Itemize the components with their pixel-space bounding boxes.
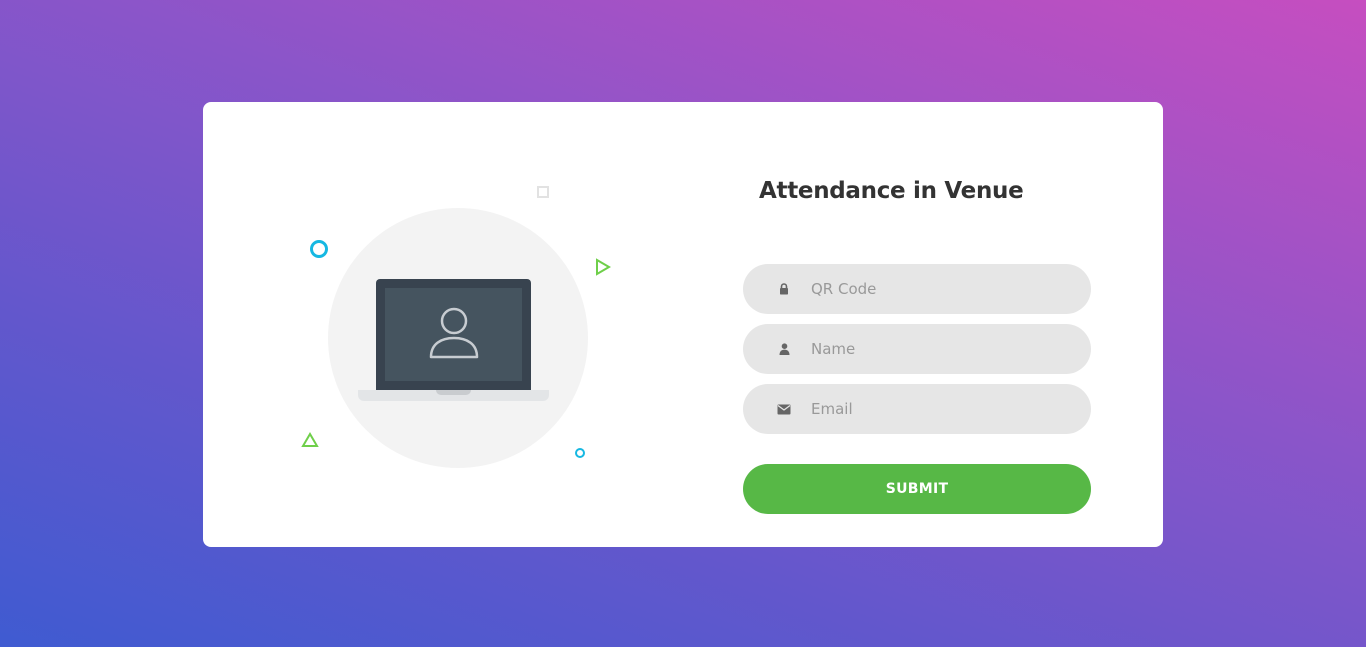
illustration (203, 102, 703, 547)
user-icon (777, 342, 791, 356)
email-input[interactable] (811, 394, 1071, 424)
attendance-form: Attendance in Venue QR Code Name Email S… (743, 102, 1123, 547)
laptop-display (385, 288, 522, 381)
decor-triangle-right (596, 258, 611, 276)
form-title: Attendance in Venue (759, 178, 1024, 204)
lock-icon (777, 282, 791, 296)
qr-code-input[interactable] (811, 274, 1071, 304)
laptop-base (358, 390, 549, 401)
decor-triangle-up (301, 432, 319, 447)
laptop-user-icon (376, 279, 531, 391)
user-avatar-icon (429, 307, 479, 359)
envelope-icon (777, 402, 791, 416)
qr-code-field[interactable] (743, 264, 1091, 314)
decor-ring-large (310, 240, 328, 258)
decor-square (537, 186, 549, 198)
name-field[interactable] (743, 324, 1091, 374)
email-field[interactable] (743, 384, 1091, 434)
submit-button[interactable]: SUBMIT (743, 464, 1091, 514)
login-card: Attendance in Venue QR Code Name Email S… (203, 102, 1163, 547)
laptop-notch (436, 390, 471, 395)
decor-ring-small (575, 448, 585, 458)
name-input[interactable] (811, 334, 1071, 364)
